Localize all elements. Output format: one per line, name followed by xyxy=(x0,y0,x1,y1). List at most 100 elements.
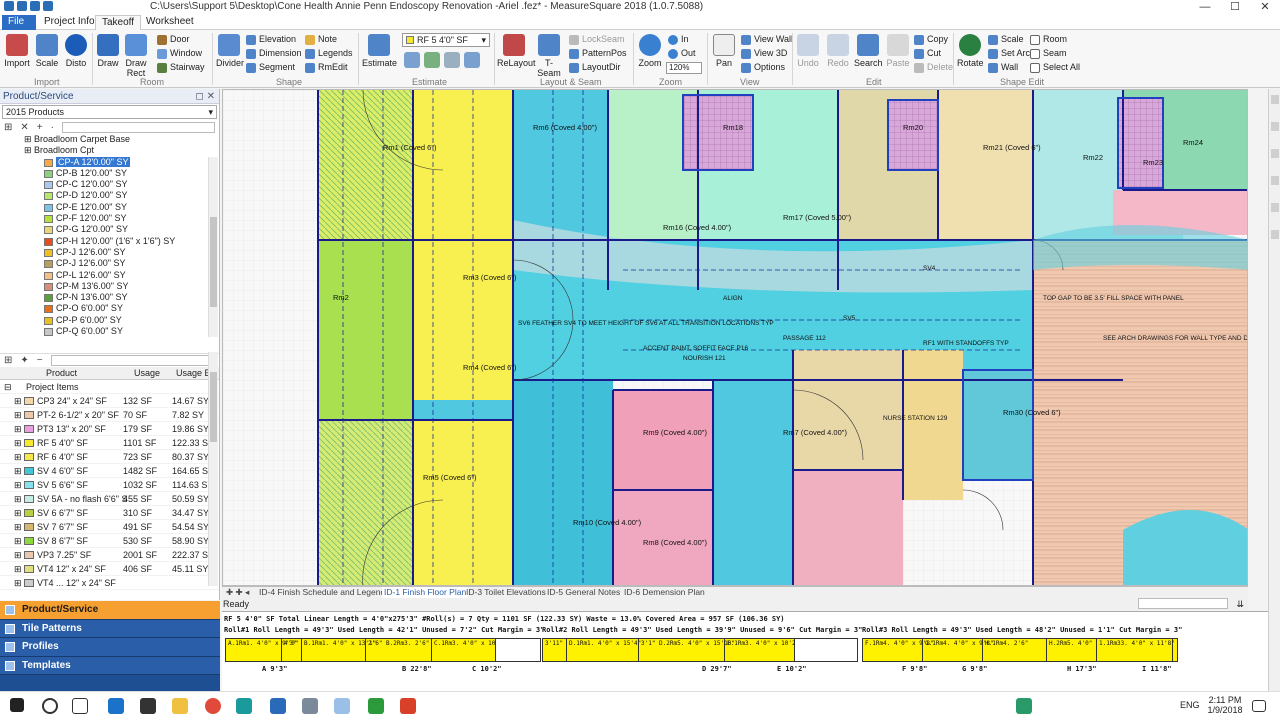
copy-button[interactable]: Copy xyxy=(914,32,948,47)
expand-icon[interactable]: ⊞ xyxy=(24,134,32,145)
sheet-tab-toilet-elevations[interactable]: ID-3 Toilet Elevations xyxy=(466,587,546,598)
estimate-button[interactable]: Estimate xyxy=(362,34,397,68)
delete-icon[interactable]: ✕ xyxy=(20,122,28,133)
expand-icon[interactable]: ⊞ xyxy=(14,422,22,436)
delete-button[interactable]: Delete xyxy=(914,60,953,75)
door-button[interactable]: Door xyxy=(157,32,190,47)
room-label[interactable]: Rm10 (Coved 4.00") xyxy=(573,518,642,527)
room-label[interactable]: Rm22 xyxy=(1083,153,1103,162)
room-label[interactable]: Rm30 (Coved 6") xyxy=(1003,408,1061,417)
app-icon[interactable] xyxy=(400,698,416,714)
room-label[interactable]: Rm8 (Coved 4.00") xyxy=(643,538,707,547)
product-tree-item[interactable]: CP-D 12'0.00" SY xyxy=(0,190,219,201)
undo-button[interactable]: Undo xyxy=(795,34,821,68)
note-button[interactable]: Note xyxy=(305,32,337,47)
room-label[interactable]: Rm23 xyxy=(1143,158,1163,167)
edge-icon[interactable] xyxy=(108,698,124,714)
tab-file[interactable]: File xyxy=(2,15,36,30)
product-tree-item[interactable]: CP-O 6'0.00" SY xyxy=(0,303,219,314)
close-button[interactable]: ✕ xyxy=(1250,0,1280,14)
wall-button[interactable]: Wall xyxy=(988,60,1018,75)
clock[interactable]: 2:11 PM 1/9/2018 xyxy=(1205,695,1245,715)
select-all-button[interactable]: Select All xyxy=(1030,60,1080,75)
zoom-out-button[interactable]: Out xyxy=(668,46,696,61)
roll-1-strip[interactable]: A.1Rm1. 4'0" x 9'3" 4'0" B.1Rm1. 4'0" x … xyxy=(225,638,541,662)
roll-piece[interactable]: D.1Rm1. 4'0" x 15'4" xyxy=(567,639,641,661)
room-label[interactable]: Rm5 (Coved 6") xyxy=(423,473,477,482)
maximize-button[interactable]: ☐ xyxy=(1220,0,1250,14)
tray-app-icon[interactable] xyxy=(1016,698,1032,714)
search-icon[interactable] xyxy=(42,698,58,714)
expand-icon[interactable]: ⊞ xyxy=(14,548,22,562)
mail-icon[interactable] xyxy=(140,698,156,714)
section-product-service[interactable]: Product/Service xyxy=(0,601,220,620)
room-label[interactable]: Rm21 (Coved 6") xyxy=(983,143,1041,152)
product-tree-item[interactable]: CP-F 12'0.00" SY xyxy=(0,213,219,224)
view-wall-button[interactable]: View Wall xyxy=(741,32,793,47)
zoom-button[interactable]: Zoom xyxy=(637,34,663,68)
product-tree-item[interactable]: CP-C 12'0.00" SY xyxy=(0,179,219,190)
chrome-icon[interactable] xyxy=(205,698,221,714)
room-button[interactable]: Room xyxy=(1030,32,1067,47)
expand-icon[interactable]: ⊞ xyxy=(14,394,22,408)
stairway-button[interactable]: Stairway xyxy=(157,60,205,75)
col-product[interactable]: Product xyxy=(46,367,77,380)
draw-button[interactable]: Draw xyxy=(96,34,120,68)
expand-icon[interactable]: ⊞ xyxy=(14,478,22,492)
task-view-icon[interactable] xyxy=(72,698,88,714)
expand-icon[interactable]: ⊞ xyxy=(14,436,22,450)
window-button[interactable]: Window xyxy=(157,46,202,61)
undo-icon[interactable] xyxy=(30,1,40,11)
project-item-row[interactable]: ⊞ PT3 13" x 20" SF 179 SF 19.86 SY xyxy=(0,422,219,436)
zoom-in-button[interactable]: In xyxy=(668,32,689,47)
room-label[interactable]: Rm24 xyxy=(1183,138,1203,147)
roll-piece[interactable]: 1.1Rm33. 4'0" x 11'8" xyxy=(1097,639,1175,661)
sheet-tab-dimension-plan[interactable]: ID-6 Demension Plan xyxy=(624,587,705,598)
project-search-input[interactable] xyxy=(50,355,215,366)
rmedit-button[interactable]: RmEdit xyxy=(305,60,348,75)
project-item-row[interactable]: ⊞ SV 4 6'0" SF 1482 SF 164.65 SY xyxy=(0,464,219,478)
strip-icon[interactable] xyxy=(1271,203,1279,212)
file-explorer-icon[interactable] xyxy=(172,698,188,714)
app-icon[interactable] xyxy=(302,698,318,714)
pan-button[interactable]: Pan xyxy=(711,34,737,68)
product-tree-item[interactable]: CP-L 12'6.00" SY xyxy=(0,270,219,281)
strip-icon[interactable] xyxy=(1271,122,1279,131)
product-tree[interactable]: ⊞ Broadloom Carpet Base ⊞ Broadloom Cpt CP… xyxy=(0,134,219,351)
status-combo[interactable] xyxy=(1138,598,1228,609)
project-item-row[interactable]: ⊞ PT-2 6-1/2" x 20" SF 70 SF 7.82 SY xyxy=(0,408,219,422)
sheet-tab-general-notes[interactable]: ID-5 General Notes xyxy=(547,587,620,598)
roll-3-strip[interactable]: F.1Rm4. 4'0" x 9'8" G.1Rm4. 4'0" x 9'8" … xyxy=(862,638,1178,662)
project-item-row[interactable]: ⊞ CP3 24" x 24" SF 132 SF 14.67 SY xyxy=(0,394,219,408)
app-icon[interactable] xyxy=(368,698,384,714)
product-tree-item[interactable]: CP-J 12'6.00" SY xyxy=(0,247,219,258)
strip-icon[interactable] xyxy=(1271,149,1279,158)
redo-button[interactable]: Redo xyxy=(825,34,851,68)
import-button[interactable]: Import xyxy=(4,34,30,68)
minimize-button[interactable]: — xyxy=(1190,0,1220,14)
product-tree-item[interactable]: CP-M 13'6.00" SY xyxy=(0,281,219,292)
seam-button[interactable]: Seam xyxy=(1030,46,1067,61)
estimate-tool-icon[interactable] xyxy=(404,52,420,68)
collapse-panel-icon[interactable]: ⇊ xyxy=(1236,598,1244,610)
zoom-level-input[interactable]: 120% xyxy=(666,62,702,74)
project-item-row[interactable]: ⊞ SV 6 6'7" SF 310 SF 34.47 SY xyxy=(0,506,219,520)
add-icon[interactable]: ⊞ xyxy=(4,355,12,366)
project-item-row[interactable]: ⊞ RF 6 4'0" SF 723 SF 80.37 SY xyxy=(0,450,219,464)
expand-icon[interactable]: ⊞ xyxy=(14,464,22,478)
save-icon[interactable] xyxy=(17,1,27,11)
roll-piece[interactable]: H.1Rm4. 2'6" xyxy=(983,639,1047,661)
t-seam-button[interactable]: T-Seam xyxy=(534,34,564,78)
tab-worksheet[interactable]: Worksheet xyxy=(140,15,200,30)
room-label[interactable]: Rm6 (Coved 4.00") xyxy=(533,123,597,132)
roll-piece[interactable]: 4'0" xyxy=(282,639,302,661)
room-label[interactable]: Rm20 xyxy=(903,123,923,132)
draw-rect-button[interactable]: Draw Rect xyxy=(122,34,150,78)
section-tile-patterns[interactable]: Tile Patterns xyxy=(0,619,220,638)
view-3d-button[interactable]: View 3D xyxy=(741,46,787,61)
expand-icon[interactable]: ⊞ xyxy=(14,520,22,534)
strip-icon[interactable] xyxy=(1271,95,1279,104)
app-icon[interactable] xyxy=(334,698,350,714)
rotate-button[interactable]: Rotate xyxy=(957,34,984,68)
roll-piece[interactable]: 3'1" D.2Rm5. 4'0" x 15'10" xyxy=(639,639,735,661)
